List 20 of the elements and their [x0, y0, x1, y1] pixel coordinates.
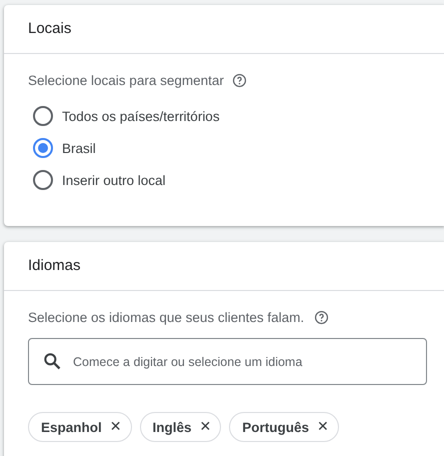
- radio-button[interactable]: [33, 138, 53, 158]
- radio-option[interactable]: Todos os países/territórios: [28, 100, 420, 132]
- remove-button[interactable]: ✕: [317, 419, 329, 435]
- remove-button[interactable]: ✕: [200, 419, 212, 435]
- radio-button[interactable]: [33, 106, 53, 126]
- chip-label: Espanhol: [41, 420, 102, 434]
- search-icon: [42, 351, 62, 371]
- search-field[interactable]: Comece a digitar ou selecione um idioma: [28, 338, 427, 385]
- card-title: Locais: [4, 5, 444, 54]
- radio-option[interactable]: Inserir outro local: [28, 164, 420, 196]
- radio-button[interactable]: [33, 170, 53, 190]
- help-icon[interactable]: [232, 72, 247, 88]
- prompt-text: Selecione os idiomas que seus clientes falam.: [28, 310, 304, 324]
- help-icon[interactable]: [314, 310, 330, 324]
- chip-label: Inglês: [152, 420, 192, 434]
- prompt-text: Selecione locais para segmentar: [28, 72, 224, 88]
- remove-button[interactable]: ✕: [110, 419, 122, 435]
- chip-label: Português: [242, 420, 310, 434]
- card-title: Idiomas: [4, 242, 444, 291]
- radio-option[interactable]: Brasil: [28, 132, 420, 164]
